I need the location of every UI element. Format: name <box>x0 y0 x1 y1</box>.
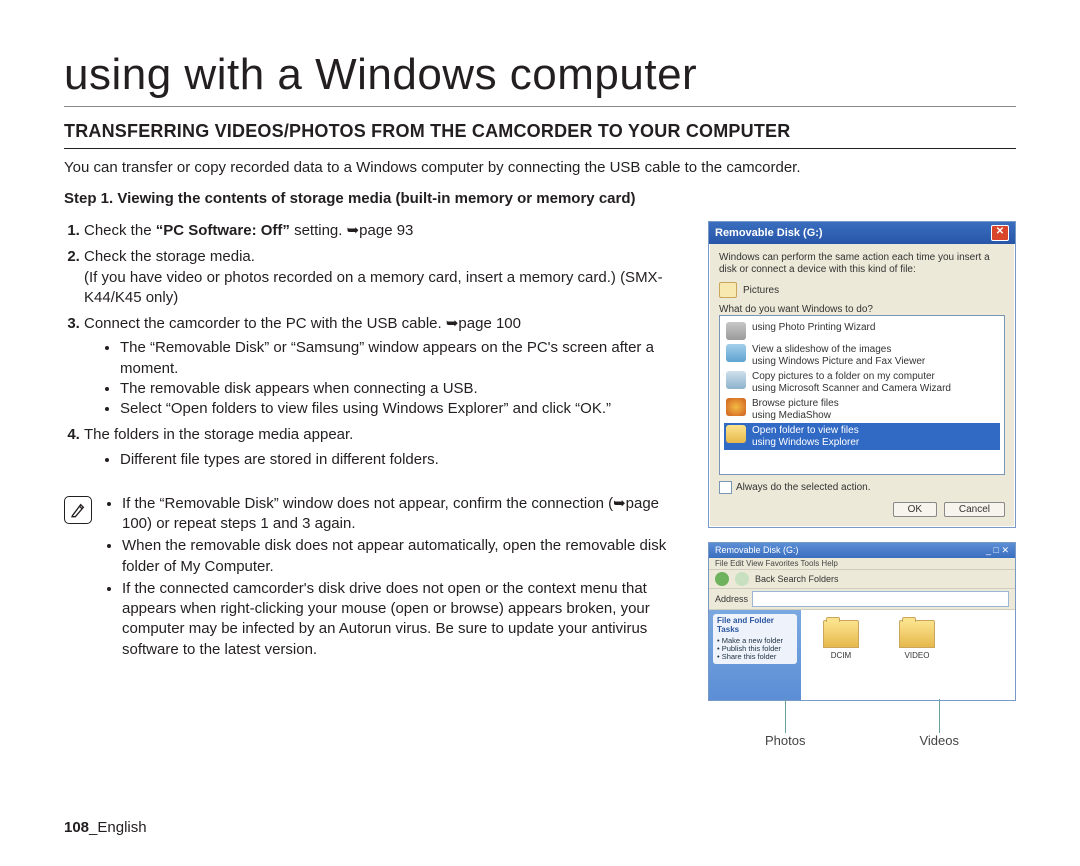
scanner-icon <box>726 371 746 389</box>
step-1-suffix: setting. ➥page 93 <box>290 222 414 239</box>
window-controls[interactable]: _ □ ✕ <box>986 545 1009 556</box>
side-panel: File and Folder Tasks • Make a new folde… <box>709 610 801 700</box>
step-2: Check the storage media. (If you have vi… <box>84 247 690 308</box>
note-2: When the removable disk does not appear … <box>122 536 690 577</box>
page-title: using with a Windows computer <box>64 50 1016 107</box>
picture-icon <box>726 344 746 362</box>
opt-2-line1: View a slideshow of the images <box>752 344 925 356</box>
callout-videos: Videos <box>919 733 959 748</box>
printer-icon <box>726 322 746 340</box>
step-4-bullet-1: Different file types are stored in diffe… <box>120 450 690 470</box>
step-3-text: Connect the camcorder to the PC with the… <box>84 315 521 332</box>
cancel-button[interactable]: Cancel <box>944 502 1005 517</box>
folder-dcim-label: DCIM <box>823 651 859 660</box>
step-1-bold: “PC Software: Off” <box>156 222 290 239</box>
opt-3-line2: using Microsoft Scanner and Camera Wizar… <box>752 383 951 395</box>
folder-video-label: VIDEO <box>899 651 935 660</box>
page-footer: 108_English <box>64 819 147 836</box>
footer-language: _English <box>89 819 147 836</box>
intro-text: You can transfer or copy recorded data t… <box>64 159 1016 176</box>
folder-icon <box>899 620 935 648</box>
folder-icon <box>726 425 746 443</box>
close-icon[interactable]: ✕ <box>991 225 1009 241</box>
step-title: Step 1. Viewing the contents of storage … <box>64 190 1016 207</box>
note-icon <box>64 496 92 524</box>
section-heading: TRANSFERRING VIDEOS/PHOTOS FROM THE CAMC… <box>64 121 1016 149</box>
step-3-bullet-3: Select “Open folders to view files using… <box>120 399 690 419</box>
page-number: 108 <box>64 819 89 836</box>
step-2-text: Check the storage media. <box>84 248 255 265</box>
step-3-bullet-2: The removable disk appears when connecti… <box>120 379 690 399</box>
opt-4-line2: using MediaShow <box>752 410 839 422</box>
icon-label: Pictures <box>743 285 779 296</box>
autoplay-dialog: Removable Disk (G:) ✕ Windows can perfor… <box>708 221 1016 528</box>
toolbar-labels: Back Search Folders <box>755 574 839 584</box>
menu-bar[interactable]: File Edit View Favorites Tools Help <box>709 558 1015 570</box>
folder-dcim[interactable]: DCIM <box>823 620 859 660</box>
note-1: If the “Removable Disk” window does not … <box>122 494 690 535</box>
dialog-title: Removable Disk (G:) <box>715 227 823 239</box>
step-1-prefix: Check the <box>84 222 156 239</box>
back-icon[interactable] <box>715 572 729 586</box>
file-area[interactable]: DCIM VIDEO <box>801 610 1015 700</box>
always-checkbox[interactable] <box>719 481 732 494</box>
opt-5-line1: Open folder to view files <box>752 425 859 437</box>
always-label: Always do the selected action. <box>736 482 871 493</box>
toolbar[interactable]: Back Search Folders <box>709 570 1015 589</box>
step-2-sub: (If you have video or photos recorded on… <box>84 268 690 309</box>
step-1: Check the “PC Software: Off” setting. ➥p… <box>84 221 690 241</box>
step-3-bullet-1: The “Removable Disk” or “Samsung” window… <box>120 338 690 379</box>
dialog-prompt-1: Windows can perform the same action each… <box>719 252 1005 276</box>
action-list[interactable]: using Photo Printing Wizard View a slide… <box>719 315 1005 475</box>
instructions: Check the “PC Software: Off” setting. ➥p… <box>64 221 690 748</box>
step-4-text: The folders in the storage media appear. <box>84 426 353 443</box>
explorer-title: Removable Disk (G:) <box>715 545 799 556</box>
opt-3-line1: Copy pictures to a folder on my computer <box>752 371 951 383</box>
callout-photos: Photos <box>765 733 805 748</box>
opt-5-line2: using Windows Explorer <box>752 437 859 449</box>
callout-line <box>785 699 786 733</box>
address-label: Address <box>715 594 748 604</box>
callout-line <box>939 699 940 733</box>
forward-icon[interactable] <box>735 572 749 586</box>
opt-4-line1: Browse picture files <box>752 398 839 410</box>
step-4: The folders in the storage media appear.… <box>84 425 690 470</box>
folder-video[interactable]: VIDEO <box>899 620 935 660</box>
note-3: If the connected camcorder's disk drive … <box>122 579 690 660</box>
dialog-prompt-2: What do you want Windows to do? <box>719 304 1005 315</box>
opt-2-line2: using Windows Picture and Fax Viewer <box>752 356 925 368</box>
side-group-title: File and Folder Tasks <box>717 617 793 635</box>
opt-1-line1: using Photo Printing Wizard <box>752 322 875 334</box>
folder-icon <box>823 620 859 648</box>
pictures-icon <box>719 282 737 298</box>
side-group-items: • Make a new folder • Publish this folde… <box>717 637 793 662</box>
media-icon <box>726 398 746 416</box>
step-3: Connect the camcorder to the PC with the… <box>84 314 690 419</box>
address-field[interactable] <box>752 591 1009 607</box>
ok-button[interactable]: OK <box>893 502 937 517</box>
explorer-window: Removable Disk (G:) _ □ ✕ File Edit View… <box>708 542 1016 701</box>
